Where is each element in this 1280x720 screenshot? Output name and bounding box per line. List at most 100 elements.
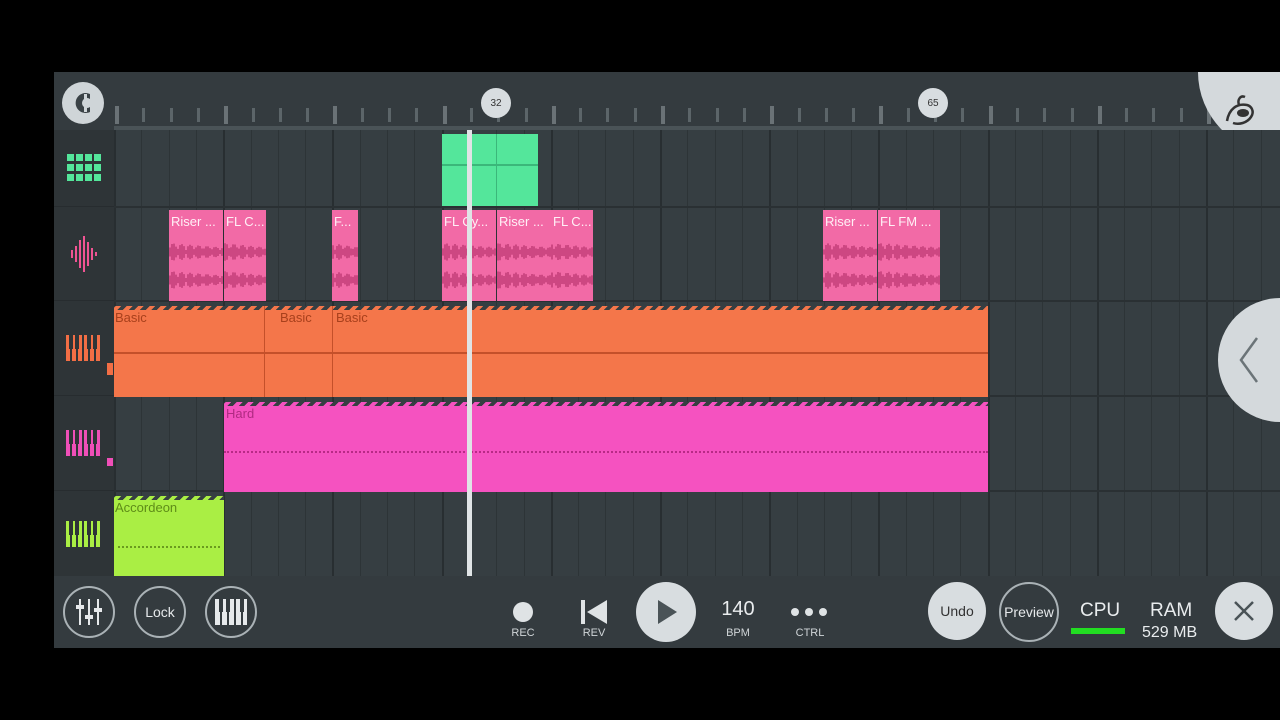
track-header-pink[interactable] bbox=[54, 396, 114, 491]
grid-line bbox=[1042, 130, 1044, 576]
ctrl-label: CTRL bbox=[795, 627, 825, 639]
ruler-tick bbox=[333, 106, 338, 124]
ruler-tick bbox=[115, 106, 119, 124]
rewind-icon[interactable] bbox=[581, 600, 607, 629]
ruler-tick bbox=[1015, 108, 1019, 122]
ruler-tick bbox=[1179, 108, 1183, 122]
ruler-tick bbox=[961, 108, 965, 122]
mixer-icon[interactable] bbox=[63, 586, 115, 638]
cpu-label[interactable]: CPU bbox=[1080, 600, 1120, 622]
ruler-tick bbox=[551, 106, 556, 124]
waveform-graphic bbox=[878, 243, 940, 289]
grid-line bbox=[1014, 130, 1016, 576]
pattern-clip-accordeon[interactable]: Accordeon bbox=[114, 496, 224, 576]
record-icon[interactable] bbox=[513, 602, 533, 622]
ruler-tick bbox=[1043, 108, 1047, 122]
lock-button[interactable]: Lock bbox=[134, 586, 186, 638]
keyboard-icon bbox=[66, 335, 100, 361]
clip-label: Riser ... bbox=[825, 214, 870, 229]
ruler-tick bbox=[824, 108, 828, 122]
grid-line bbox=[1206, 130, 1208, 576]
keyboard-icon bbox=[66, 520, 100, 547]
step-sequencer-icon bbox=[67, 154, 101, 181]
transport-toolbar: Lock REC REV 140 BPM CTRL Undo Preview C… bbox=[54, 576, 1280, 648]
track-header-orange[interactable] bbox=[54, 301, 114, 396]
ruler-tick bbox=[579, 108, 583, 122]
pattern-clip-hard[interactable]: Hard bbox=[224, 402, 988, 492]
piano-icon[interactable] bbox=[205, 586, 257, 638]
clip-label: Basic bbox=[280, 310, 312, 325]
ruler-tick bbox=[196, 108, 200, 122]
timeline-ruler[interactable]: 32 65 bbox=[54, 72, 1280, 154]
ruler-tick bbox=[360, 108, 364, 122]
clip-label: FL C... bbox=[553, 214, 592, 229]
cpu-meter bbox=[1071, 628, 1125, 634]
waveform-graphic bbox=[332, 244, 358, 288]
audio-clip[interactable]: F... bbox=[332, 210, 358, 301]
undo-button[interactable]: Undo bbox=[928, 582, 986, 640]
grid-line bbox=[1124, 130, 1126, 576]
ruler-tick bbox=[688, 108, 692, 122]
audio-clip[interactable]: Riser ... bbox=[823, 210, 877, 301]
waveform-graphic bbox=[497, 243, 551, 289]
waveform-graphic bbox=[551, 243, 593, 289]
bpm-value[interactable]: 140 bbox=[720, 598, 756, 621]
ruler-tick bbox=[524, 108, 528, 122]
playhead[interactable] bbox=[467, 130, 472, 576]
playlist-window: 32 65 Riser ... FL C... F... FL Cy... Ri… bbox=[54, 72, 1280, 648]
clip-label: FL C... bbox=[226, 214, 265, 229]
ruler-tick bbox=[1097, 106, 1102, 124]
clip-label: Riser ... bbox=[499, 214, 544, 229]
ruler-tick bbox=[1070, 108, 1074, 122]
ruler-tick bbox=[852, 108, 856, 122]
ruler-tick bbox=[224, 106, 229, 124]
audio-clip[interactable]: Riser ... bbox=[169, 210, 223, 301]
ruler-tick bbox=[797, 108, 801, 122]
ram-value: 529 MB bbox=[1142, 624, 1198, 641]
ruler-tick bbox=[306, 108, 310, 122]
keyboard-icon bbox=[66, 430, 100, 456]
ruler-tick bbox=[715, 108, 719, 122]
bar-marker-32[interactable]: 32 bbox=[481, 88, 511, 118]
ruler-tick bbox=[142, 108, 146, 122]
audio-clip[interactable]: Riser ... bbox=[497, 210, 551, 301]
audio-clip[interactable]: FL FM ... bbox=[878, 210, 940, 301]
close-button[interactable] bbox=[1215, 582, 1273, 640]
rec-label: REC bbox=[511, 627, 535, 639]
audio-clip[interactable]: FL C... bbox=[224, 210, 266, 301]
ruler-tick bbox=[1125, 108, 1129, 122]
ruler-tick bbox=[469, 108, 473, 122]
bpm-label: BPM bbox=[726, 627, 750, 639]
track-header-audio[interactable] bbox=[54, 207, 114, 301]
ruler-tick bbox=[770, 106, 775, 124]
clip-label: F... bbox=[334, 214, 352, 229]
waveform-graphic bbox=[169, 243, 223, 289]
preview-button[interactable]: Preview bbox=[999, 582, 1059, 642]
ram-label[interactable]: RAM bbox=[1150, 600, 1192, 622]
audio-clip[interactable]: FL C... bbox=[551, 210, 593, 301]
rev-label: REV bbox=[582, 627, 606, 639]
pattern-clip-basic[interactable]: Basic Basic Basic bbox=[114, 306, 988, 397]
pattern-clip[interactable] bbox=[442, 134, 538, 206]
more-dots-icon[interactable] bbox=[791, 608, 829, 616]
play-button[interactable] bbox=[636, 582, 696, 642]
grid-line bbox=[1151, 130, 1153, 576]
grid-line bbox=[1096, 130, 1099, 576]
waveform-graphic bbox=[823, 243, 877, 289]
clip-label: Basic bbox=[115, 310, 147, 325]
playlist-grid[interactable]: Riser ... FL C... F... FL Cy... Riser ... FL … bbox=[114, 130, 1280, 576]
magnet-icon[interactable] bbox=[62, 82, 104, 124]
grid-line bbox=[1178, 130, 1180, 576]
track-divider bbox=[114, 300, 1280, 302]
track-header-green[interactable] bbox=[54, 491, 114, 576]
waveform-graphic bbox=[224, 243, 266, 289]
track-divider bbox=[114, 206, 1280, 208]
bar-marker-65[interactable]: 65 bbox=[918, 88, 948, 118]
track-headers bbox=[54, 130, 114, 576]
ruler-tick bbox=[415, 108, 419, 122]
ruler-tick bbox=[906, 108, 910, 122]
track-header-drums[interactable] bbox=[54, 130, 114, 207]
close-icon bbox=[1234, 601, 1254, 621]
ruler-tick bbox=[742, 108, 746, 122]
ruler-tick bbox=[606, 108, 610, 122]
